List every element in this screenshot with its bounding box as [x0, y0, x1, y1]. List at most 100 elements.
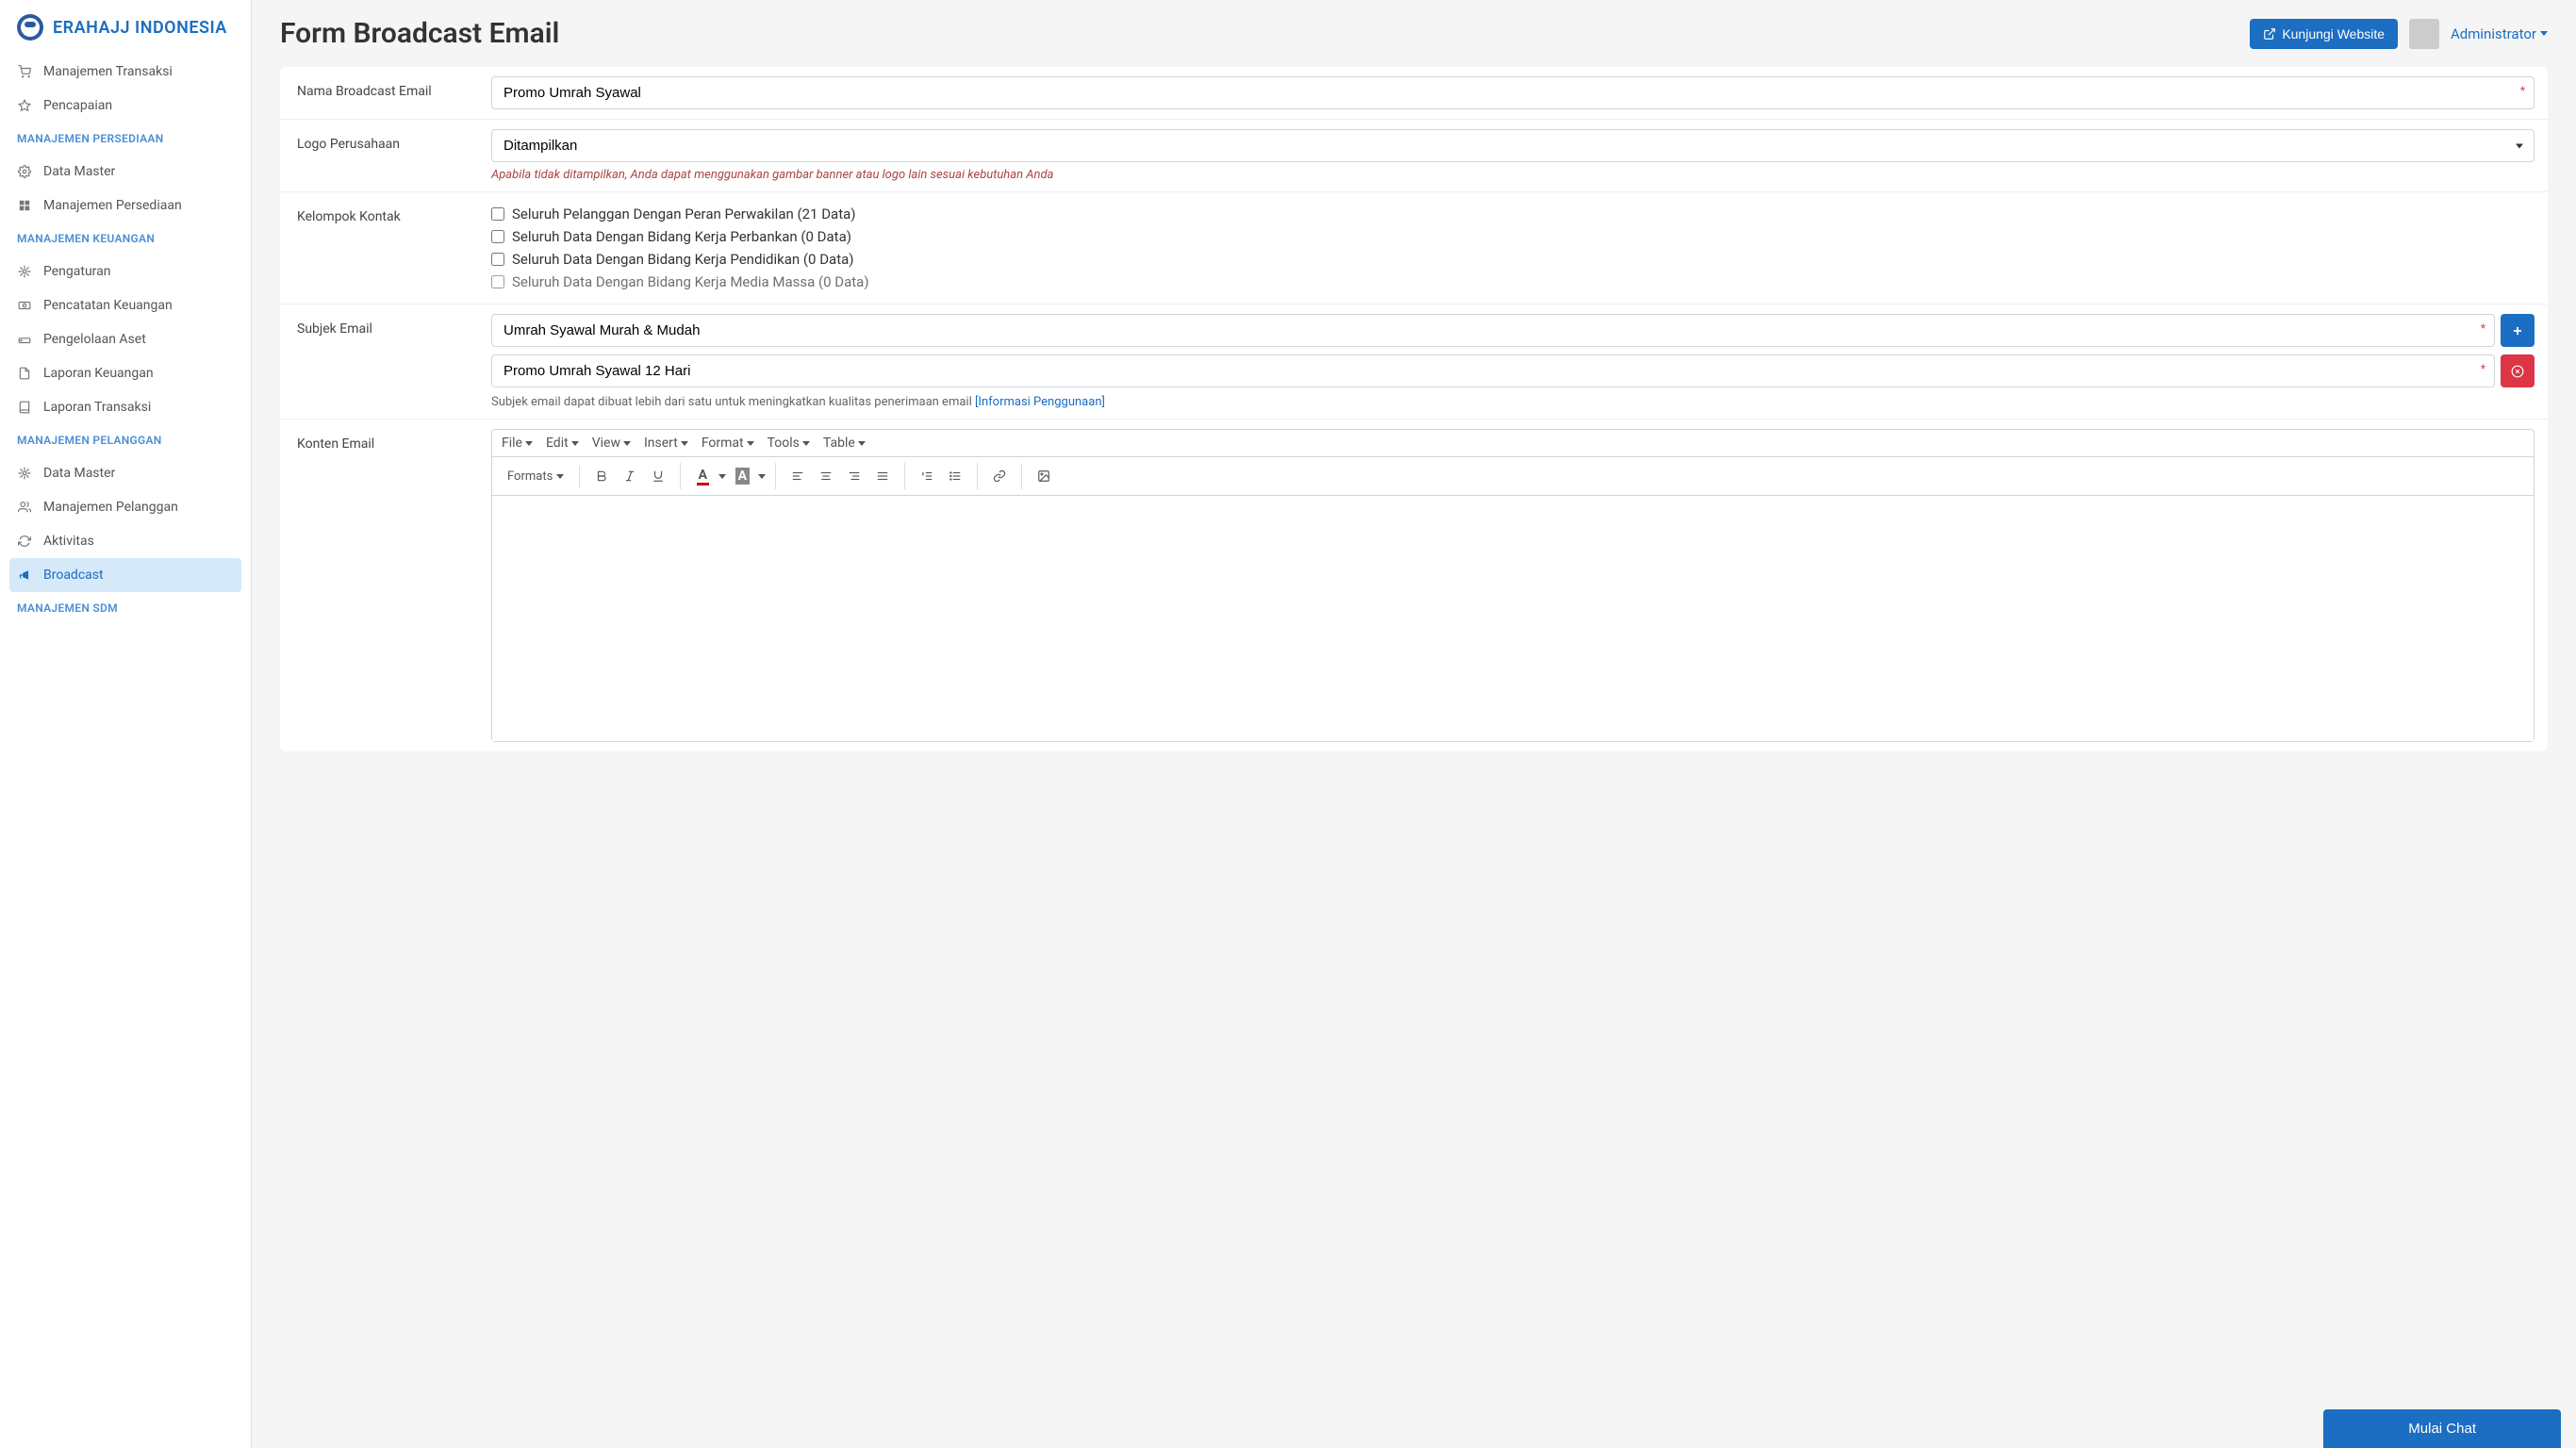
editor-menu-file[interactable]: File [502, 436, 533, 451]
hdd-icon [17, 332, 32, 347]
sidebar-item-data-master-2[interactable]: Data Master [0, 456, 251, 490]
align-center-button[interactable] [812, 463, 840, 489]
ordered-list-button[interactable] [913, 463, 941, 489]
sidebar-item-pengelolaan-aset[interactable]: Pengelolaan Aset [0, 322, 251, 356]
checkbox[interactable] [491, 230, 504, 243]
editor-menu-insert[interactable]: Insert [644, 436, 688, 451]
sidebar-item-laporan-keuangan[interactable]: Laporan Keuangan [0, 356, 251, 390]
logo-perusahaan-select[interactable]: Ditampilkan [491, 129, 2535, 162]
italic-button[interactable] [616, 463, 644, 489]
chevron-down-icon [525, 441, 533, 446]
cart-icon [17, 64, 32, 79]
editor-menu-tools[interactable]: Tools [768, 436, 810, 451]
sidebar-item-label: Pengelolaan Aset [43, 332, 146, 347]
subjek-hint: Subjek email dapat dibuat lebih dari sat… [491, 395, 2535, 409]
bg-color-dropdown[interactable] [756, 463, 768, 489]
kelompok-kontak-item[interactable]: Seluruh Pelanggan Dengan Peran Perwakila… [491, 206, 2535, 222]
sidebar-item-label: Laporan Keuangan [43, 366, 154, 381]
nama-broadcast-input[interactable] [491, 76, 2535, 109]
kelompok-kontak-item[interactable]: Seluruh Data Dengan Bidang Kerja Media M… [491, 273, 2535, 290]
avatar[interactable] [2409, 19, 2439, 49]
chevron-down-icon [681, 441, 688, 446]
align-justify-button[interactable] [868, 463, 897, 489]
brand-logo-icon [17, 14, 43, 41]
nav-section-title: MANAJEMEN KEUANGAN [0, 222, 251, 255]
formats-dropdown[interactable]: Formats [500, 466, 571, 487]
nav-section-title: MANAJEMEN PERSEDIAAN [0, 123, 251, 155]
logo-perusahaan-label: Logo Perusahaan [280, 120, 478, 191]
admin-menu[interactable]: Administrator [2451, 25, 2548, 42]
sidebar-header: ERAHAJJ INDONESIA [0, 0, 251, 55]
sidebar-item-laporan-transaksi[interactable]: Laporan Transaksi [0, 390, 251, 424]
sidebar-item-aktivitas[interactable]: Aktivitas [0, 524, 251, 558]
cog-icon [17, 264, 32, 279]
kelompok-kontak-item[interactable]: Seluruh Data Dengan Bidang Kerja Pendidi… [491, 251, 2535, 268]
remove-subject-button[interactable] [2501, 354, 2535, 387]
bg-color-icon: A [735, 468, 750, 485]
unordered-list-button[interactable] [941, 463, 969, 489]
konten-email-label: Konten Email [280, 420, 478, 751]
page-title: Form Broadcast Email [280, 17, 559, 50]
nama-broadcast-label: Nama Broadcast Email [280, 67, 478, 119]
subjek-email-input-2[interactable] [491, 354, 2495, 387]
sidebar-item-broadcast[interactable]: Broadcast [9, 558, 241, 592]
editor-menu-edit[interactable]: Edit [546, 436, 579, 451]
money-icon [17, 298, 32, 313]
sidebar-item-label: Pencatatan Keuangan [43, 298, 173, 313]
chevron-down-icon [623, 441, 631, 446]
close-circle-icon [2511, 365, 2524, 378]
bg-color-button[interactable]: A [728, 463, 756, 489]
editor-toolbar: Formats A A [492, 457, 2534, 496]
boxes-icon [17, 198, 32, 213]
editor-content-area[interactable] [492, 496, 2534, 741]
kelompok-kontak-label: Kelompok Kontak [280, 192, 478, 304]
sidebar-item-pencatatan-keuangan[interactable]: Pencatatan Keuangan [0, 288, 251, 322]
align-right-button[interactable] [840, 463, 868, 489]
book-icon [17, 400, 32, 415]
recycle-icon [17, 534, 32, 549]
editor-menubar: File Edit View Insert Format Tools Table [492, 430, 2534, 457]
sidebar-item-manajemen-persediaan[interactable]: Manajemen Persediaan [0, 189, 251, 222]
sidebar-item-manajemen-pelanggan[interactable]: Manajemen Pelanggan [0, 490, 251, 524]
checkbox[interactable] [491, 253, 504, 266]
nav-section-title: MANAJEMEN PELANGGAN [0, 424, 251, 456]
sidebar-item-manajemen-transaksi[interactable]: Manajemen Transaksi [0, 55, 251, 89]
required-mark: * [2481, 321, 2485, 335]
external-link-icon [2263, 27, 2276, 41]
visit-website-button[interactable]: Kunjungi Website [2250, 19, 2398, 49]
bold-button[interactable] [587, 463, 616, 489]
underline-button[interactable] [644, 463, 672, 489]
text-color-dropdown[interactable] [717, 463, 728, 489]
sidebar-item-label: Broadcast [43, 568, 104, 583]
chevron-down-icon [2540, 31, 2548, 36]
align-justify-icon [876, 469, 889, 483]
mulai-chat-button[interactable]: Mulai Chat [2323, 1409, 2561, 1448]
sidebar-item-pengaturan[interactable]: Pengaturan [0, 255, 251, 288]
chevron-down-icon [858, 441, 866, 446]
brand-title: ERAHAJJ INDONESIA [53, 18, 227, 38]
star-icon [17, 98, 32, 113]
align-center-icon [819, 469, 833, 483]
cog-icon [17, 164, 32, 179]
plus-icon [2511, 324, 2524, 337]
nav-section-title: MANAJEMEN SDM [0, 592, 251, 624]
link-button[interactable] [985, 463, 1014, 489]
editor-menu-table[interactable]: Table [823, 436, 866, 451]
subjek-email-input-1[interactable] [491, 314, 2495, 347]
required-mark: * [2481, 362, 2485, 375]
checkbox[interactable] [491, 275, 504, 288]
italic-icon [623, 469, 636, 483]
editor-menu-format[interactable]: Format [702, 436, 754, 451]
text-color-button[interactable]: A [688, 463, 717, 489]
report-icon [17, 366, 32, 381]
sidebar-item-label: Pengaturan [43, 264, 111, 279]
kelompok-kontak-item[interactable]: Seluruh Data Dengan Bidang Kerja Perbank… [491, 228, 2535, 245]
add-subject-button[interactable] [2501, 314, 2535, 347]
checkbox[interactable] [491, 207, 504, 221]
align-left-button[interactable] [784, 463, 812, 489]
editor-menu-view[interactable]: View [592, 436, 631, 451]
sidebar-item-data-master-1[interactable]: Data Master [0, 155, 251, 189]
sidebar-item-pencapaian[interactable]: Pencapaian [0, 89, 251, 123]
image-button[interactable] [1030, 463, 1058, 489]
informasi-penggunaan-link[interactable]: [Informasi Penggunaan] [975, 395, 1105, 409]
